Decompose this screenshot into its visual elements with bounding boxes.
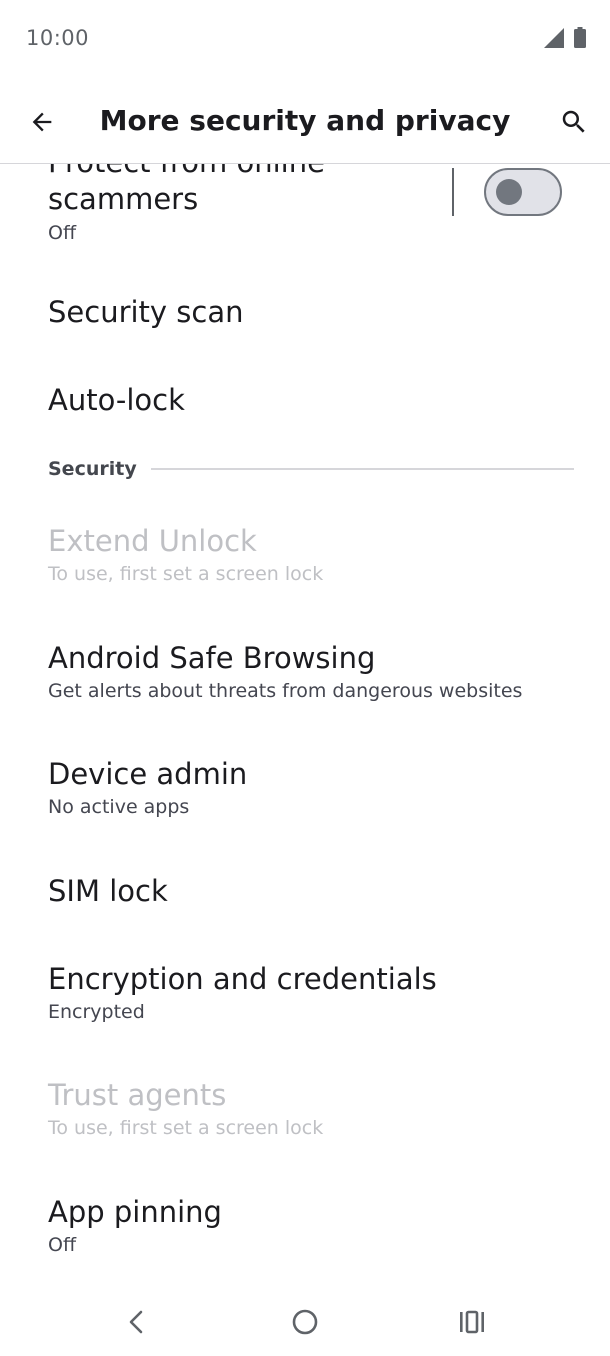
extend-unlock-item: Extend Unlock To use, first set a screen…: [48, 523, 574, 587]
item-summary: Get alerts about threats from dangerous …: [48, 680, 523, 702]
section-header-security: Security: [48, 458, 574, 480]
status-icons: [544, 27, 586, 48]
item-summary: Encrypted: [48, 1001, 145, 1023]
nav-back-icon: [129, 1310, 143, 1334]
item-title: Auto-lock: [48, 383, 185, 417]
nav-home-icon: [292, 1309, 318, 1335]
item-summary: To use, first set a screen lock: [48, 563, 324, 585]
item-summary: No active apps: [48, 796, 190, 818]
app-bar: More security and privacy: [0, 82, 610, 164]
item-title: Protect from online scammers: [48, 164, 325, 216]
safe-browsing-item[interactable]: Android Safe Browsing Get alerts about t…: [48, 640, 574, 704]
settings-list[interactable]: Protect from online scammers Off Securit…: [0, 164, 610, 1279]
item-title: Android Safe Browsing: [48, 641, 376, 675]
nav-back-button[interactable]: [117, 1302, 157, 1342]
item-title: Trust agents: [48, 1078, 227, 1112]
nav-recents-button[interactable]: [452, 1302, 492, 1342]
auto-lock-item[interactable]: Auto-lock: [48, 382, 574, 418]
nav-home-button[interactable]: [285, 1302, 325, 1342]
app-pinning-item[interactable]: App pinning Off: [48, 1194, 574, 1258]
search-button[interactable]: [554, 102, 594, 142]
toggle-knob: [496, 179, 522, 205]
item-title: Encryption and credentials: [48, 962, 437, 996]
item-title: Security scan: [48, 295, 244, 329]
section-label: Security: [48, 458, 137, 480]
item-summary: Off: [48, 222, 77, 244]
item-title: Device admin: [48, 757, 248, 791]
cell-signal-icon: [544, 27, 564, 48]
protect-from-scammers-item[interactable]: Protect from online scammers Off: [48, 164, 438, 246]
battery-icon: [574, 27, 586, 48]
encryption-credentials-item[interactable]: Encryption and credentials Encrypted: [48, 961, 574, 1025]
status-time: 10:00: [26, 26, 90, 50]
section-divider: [150, 468, 574, 470]
item-title: Extend Unlock: [48, 524, 257, 558]
toggle-divider: [452, 168, 454, 216]
search-icon: [562, 110, 585, 133]
nav-recents-icon: [460, 1310, 484, 1334]
item-summary: To use, first set a screen lock: [48, 1117, 324, 1139]
security-scan-item[interactable]: Security scan: [48, 294, 574, 330]
page-title: More security and privacy: [99, 104, 511, 137]
item-summary: Off: [48, 1234, 77, 1256]
trust-agents-item: Trust agents To use, first set a screen …: [48, 1077, 574, 1141]
navigation-bar: [0, 1284, 610, 1356]
sim-lock-item[interactable]: SIM lock: [48, 873, 574, 909]
item-title: SIM lock: [48, 874, 168, 908]
item-title: App pinning: [48, 1195, 222, 1229]
status-bar: 10:00: [0, 0, 610, 76]
scam-protection-toggle[interactable]: [484, 168, 562, 216]
device-admin-item[interactable]: Device admin No active apps: [48, 756, 574, 820]
